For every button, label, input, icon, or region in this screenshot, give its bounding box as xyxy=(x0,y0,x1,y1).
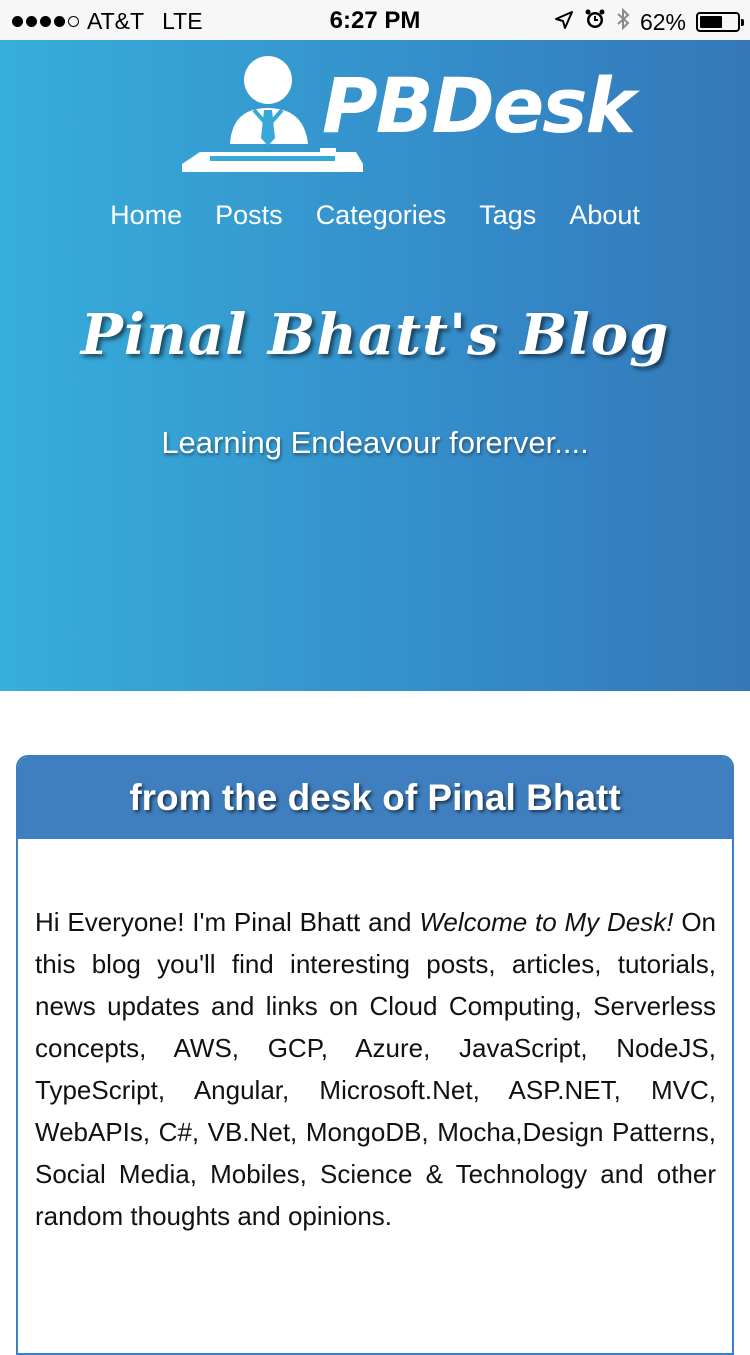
nav-categories[interactable]: Categories xyxy=(316,200,447,231)
blog-title: Pinal Bhatt's Blog xyxy=(80,302,670,368)
status-bar-right: 62% xyxy=(554,7,744,37)
battery-percent: 62% xyxy=(639,8,686,35)
alarm-clock-icon xyxy=(584,8,606,36)
main-nav: Home Posts Categories Tags About xyxy=(0,200,750,231)
site-header: PBDesk Home Posts Categories Tags About … xyxy=(0,40,750,691)
intro-welcome: Welcome to My Desk! xyxy=(419,907,674,937)
logo-text: PBDesk xyxy=(322,61,636,150)
battery-icon xyxy=(696,12,744,32)
battery-level-fill xyxy=(700,16,723,28)
status-bar: AT&T LTE 6:27 PM 62% xyxy=(0,0,750,40)
nav-home[interactable]: Home xyxy=(110,200,182,231)
pbdesk-logo[interactable]: PBDesk xyxy=(180,52,636,177)
nav-tags[interactable]: Tags xyxy=(479,200,536,231)
intro-greeting: Hi Everyone! I'm Pinal Bhatt and xyxy=(35,907,420,937)
intro-card: from the desk of Pinal Bhatt Hi Everyone… xyxy=(16,755,734,1355)
intro-description: On this blog you'll find interesting pos… xyxy=(35,907,716,1231)
card-title: from the desk of Pinal Bhatt xyxy=(18,757,732,839)
blog-tagline: Learning Endeavour forerver.... xyxy=(161,425,589,460)
card-body: Hi Everyone! I'm Pinal Bhatt and Welcome… xyxy=(18,839,732,1237)
location-arrow-icon xyxy=(554,9,574,36)
bluetooth-icon xyxy=(616,7,630,37)
nav-about[interactable]: About xyxy=(569,200,640,231)
nav-posts[interactable]: Posts xyxy=(215,200,283,231)
